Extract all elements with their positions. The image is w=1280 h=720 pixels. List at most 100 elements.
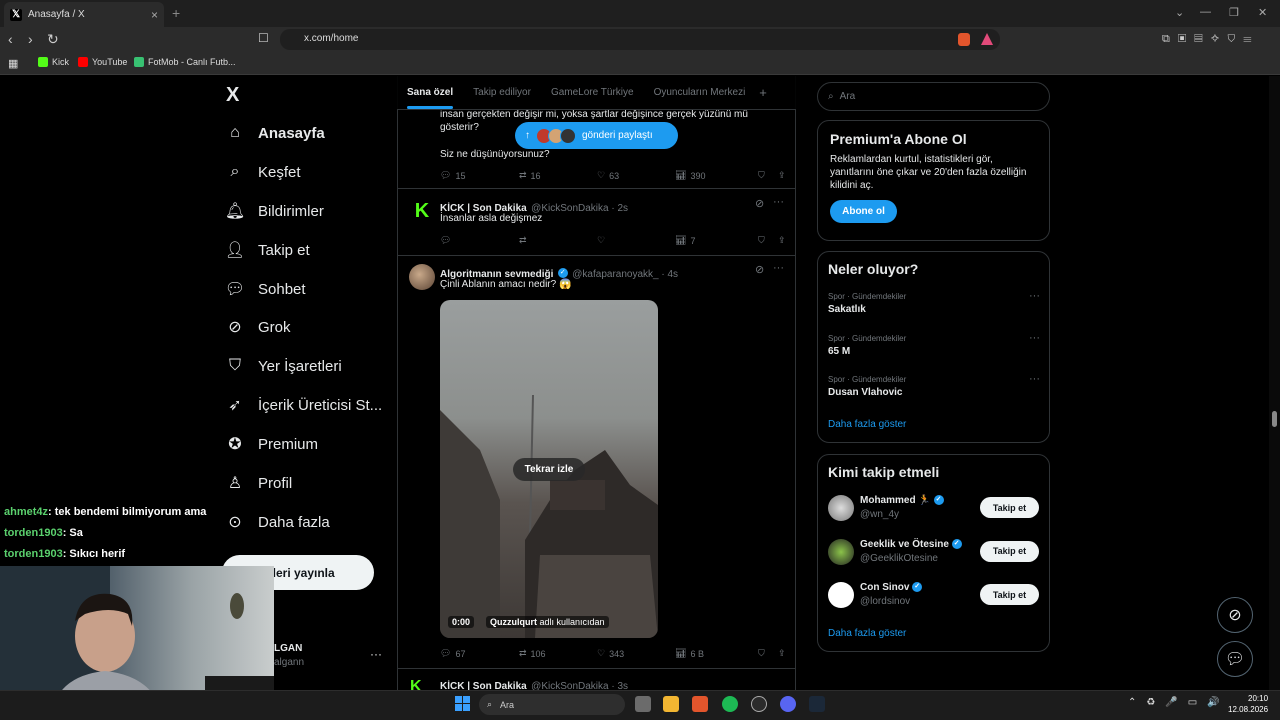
sidebar-item-rocket[interactable]: ➶ İçerik Üreticisi St... [226, 396, 382, 415]
tab-for-you[interactable]: Sana özel [397, 87, 463, 109]
sidebar-item-bookmark[interactable]: ⛉ Yer İşaretleri [226, 357, 342, 375]
sidebar-item-chat[interactable]: 💬︎ Sohbet [225, 280, 306, 299]
reload-icon[interactable]: ↻ [47, 31, 59, 48]
follow-suggestion[interactable]: Geeklik ve Ötesine ✓ @GeeklikOtesine Takip… [828, 538, 1040, 569]
retweet-button[interactable]: ⇄ 16 [519, 170, 597, 181]
bookmark-page-icon[interactable]: ☐ [258, 31, 269, 45]
share-icon[interactable]: ⇪ [778, 170, 786, 181]
sidebar-item-person[interactable]: ♙ Profil [226, 474, 292, 493]
tweet-author-handle[interactable]: @kafaparanoyakk_ · 4s [572, 269, 678, 280]
bookmark-icon[interactable]: ⛉ [758, 235, 778, 246]
avatar[interactable] [828, 495, 854, 521]
brave-taskbar-icon[interactable] [692, 696, 708, 712]
search-input[interactable]: ⌕ Ara [817, 82, 1050, 111]
taskbar-clock[interactable]: 20:10 12.08.2026 [1228, 693, 1268, 715]
messages-float-button[interactable]: 💬︎ [1217, 641, 1253, 677]
x-logo-icon[interactable]: X [226, 84, 239, 107]
brave-shield-icon[interactable] [958, 33, 970, 46]
follow-suggestion[interactable]: Mohammed 🏃 ✓ @wn_4y Takip et [828, 495, 1040, 525]
tab-oyuncularin-merkezi[interactable]: Oyuncuların Merkezi [644, 87, 756, 98]
trend-more-icon[interactable]: ··· [1029, 373, 1040, 385]
maximize-icon[interactable]: ❐ [1229, 6, 1239, 19]
follow-button[interactable]: Takip et [980, 540, 1039, 562]
close-tab-icon[interactable]: × [151, 8, 158, 22]
trend-more-icon[interactable]: ··· [1029, 332, 1040, 344]
tab-following[interactable]: Takip ediliyor [463, 87, 541, 98]
grok-icon[interactable]: ⊘ [755, 197, 764, 210]
minimize-icon[interactable]: — [1200, 6, 1211, 18]
share-icon[interactable]: ⇪ [778, 235, 786, 246]
sidebar-item-bell[interactable]: 🔔︎ Bildirimler [225, 202, 324, 221]
follow-name[interactable]: Mohammed 🏃 ✓ [860, 495, 944, 506]
sidebar-item-grok[interactable]: ⊘ Grok [226, 318, 290, 337]
trend-item[interactable]: Spor · Gündemdekiler 65 M ··· [828, 332, 1040, 357]
bookmark-fotmob[interactable]: FotMob - Canlı Futb... [134, 57, 236, 67]
start-menu-icon[interactable] [455, 696, 470, 711]
sidebar-item-verified[interactable]: ✪ Premium [226, 435, 318, 454]
trend-item[interactable]: Spor · Gündemdekiler Dusan Vlahovic ··· [828, 373, 1040, 398]
tab-list-icon[interactable]: ⌄ [1175, 6, 1184, 19]
new-tab-icon[interactable]: + [172, 5, 180, 21]
back-icon[interactable]: ‹ [8, 31, 13, 47]
grok-float-button[interactable]: ⊘ [1217, 597, 1253, 633]
tweet-more-icon[interactable]: ··· [773, 262, 784, 274]
subscribe-button[interactable]: Abone ol [830, 200, 897, 223]
sidebar-item-person-plus[interactable]: 👤︎ Takip et [225, 241, 310, 260]
trend-item[interactable]: Spor · Gündemdekiler Sakatlık ··· [828, 290, 1040, 315]
bookmark-kick[interactable]: Kick [38, 57, 69, 67]
tab-gamelore[interactable]: GameLore Türkiye [541, 87, 644, 98]
bookmark-youtube[interactable]: YouTube [78, 57, 127, 67]
discord-icon[interactable] [780, 696, 796, 712]
task-view-icon[interactable] [635, 696, 651, 712]
bookmark-icon[interactable]: ⛉ [758, 170, 778, 181]
tweet-more-icon[interactable]: ··· [773, 196, 784, 208]
retweet-button[interactable]: ⇄ 106 [519, 648, 597, 659]
share-icon[interactable]: ⇪ [778, 648, 786, 659]
trend-more-icon[interactable]: ··· [1029, 290, 1040, 302]
browser-extension-icons[interactable]: ⧉▣▤✧⛉☰ [1162, 33, 1260, 46]
avatar[interactable]: K [410, 200, 434, 224]
steam-icon[interactable] [809, 696, 825, 712]
views-button[interactable]: 📊︎ 6 B [675, 648, 758, 659]
replay-button[interactable]: Tekrar izle [513, 458, 585, 481]
spotify-icon[interactable] [722, 696, 738, 712]
sidebar-item-search[interactable]: ⌕ Keşfet [226, 163, 301, 181]
follow-name[interactable]: Con Sinov ✓ [860, 582, 923, 593]
like-button[interactable]: ♡ 343 [597, 648, 675, 659]
brave-rewards-icon[interactable] [981, 33, 993, 45]
follow-button[interactable]: Takip et [980, 584, 1039, 605]
video-credit-user[interactable]: Quzzulqurt [490, 617, 537, 627]
tweet-author-handle[interactable]: @KickSonDakika · 2s [531, 203, 628, 214]
add-tab-icon[interactable]: + [755, 85, 771, 100]
avatar[interactable] [409, 264, 435, 290]
retweet-button[interactable]: ⇄ [519, 235, 597, 246]
account-name[interactable]: LGAN [274, 643, 302, 654]
chatgpt-icon[interactable] [751, 696, 767, 712]
apps-grid-icon[interactable]: ▦ [8, 57, 18, 70]
file-explorer-icon[interactable] [663, 696, 679, 712]
avatar[interactable]: K [410, 678, 432, 690]
tweet-video[interactable]: Tekrar izle 0:00 Quzzulqurt adlı kullanı… [440, 300, 658, 638]
close-window-icon[interactable]: ✕ [1258, 6, 1267, 19]
account-more-icon[interactable]: ··· [370, 647, 382, 661]
views-button[interactable]: 📊︎ 7 [675, 235, 758, 246]
sidebar-item-home[interactable]: ⌂ Anasayfa [226, 124, 325, 142]
like-button[interactable]: ♡ [597, 235, 675, 246]
views-button[interactable]: 📊︎ 390 [675, 170, 758, 181]
system-tray-icons[interactable]: ⌃♻🎤▭🔊 [1128, 697, 1230, 708]
browser-tab[interactable]: 𝕏 Anasayfa / X × [4, 2, 164, 27]
taskbar-search[interactable]: ⌕ Ara [479, 694, 625, 715]
forward-icon[interactable]: › [28, 31, 33, 47]
url-input[interactable]: x.com/home [280, 29, 1000, 50]
follow-name[interactable]: Geeklik ve Ötesine ✓ [860, 539, 962, 550]
page-scrollbar[interactable] [1269, 76, 1280, 690]
reply-button[interactable]: 💬︎ [440, 235, 519, 246]
like-button[interactable]: ♡ 63 [597, 170, 675, 181]
follow-button[interactable]: Takip et [980, 497, 1039, 518]
grok-icon[interactable]: ⊘ [755, 263, 764, 276]
trends-show-more[interactable]: Daha fazla göster [828, 419, 906, 430]
reply-button[interactable]: 💬︎ 15 [440, 170, 519, 181]
reply-button[interactable]: 💬︎ 67 [440, 648, 519, 659]
avatar[interactable] [828, 582, 854, 608]
sidebar-item-more-circle[interactable]: ⊙ Daha fazla [226, 513, 329, 532]
